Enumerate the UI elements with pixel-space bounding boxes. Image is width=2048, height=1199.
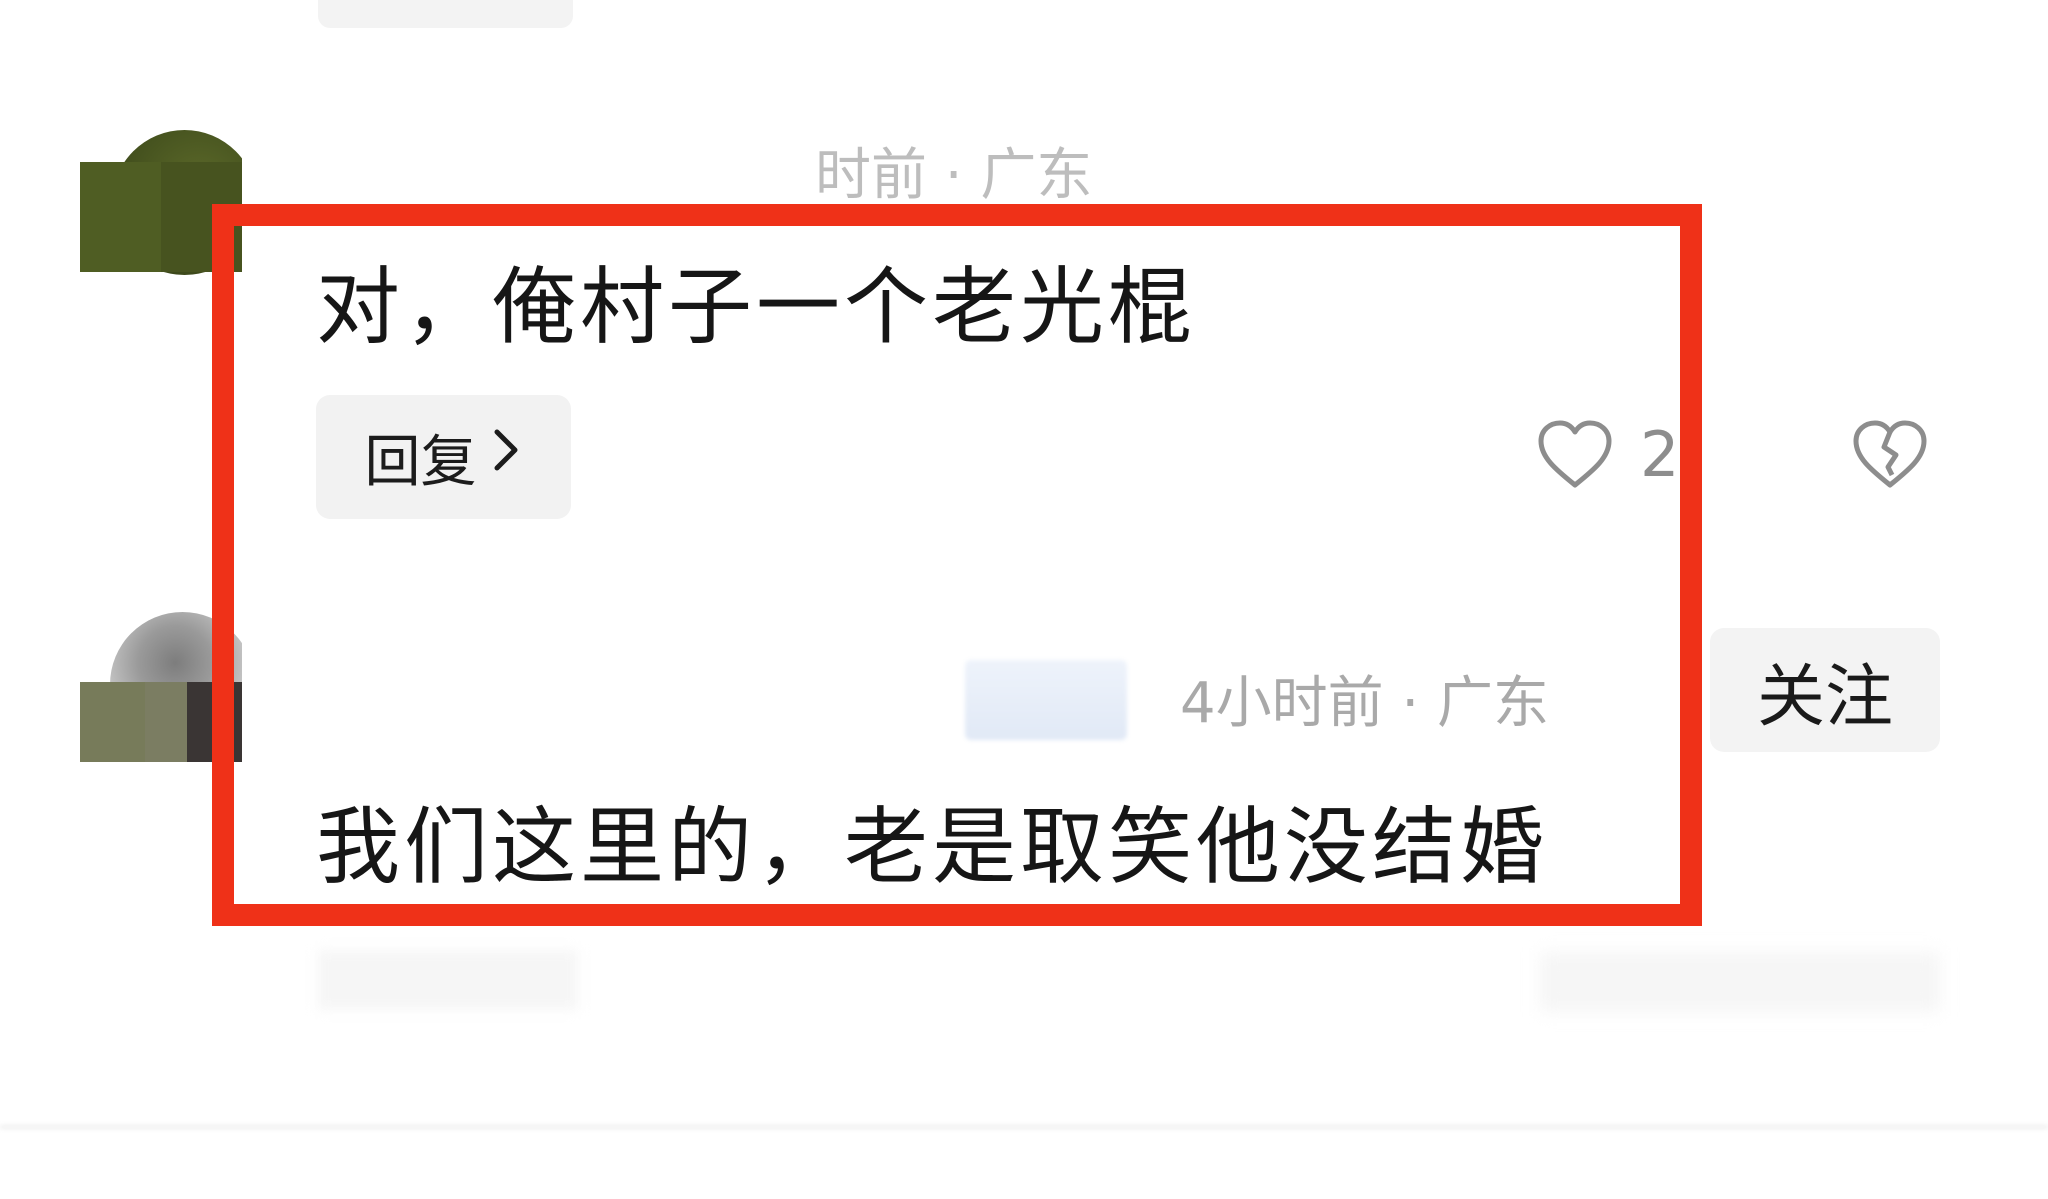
avatar[interactable] [80, 130, 242, 278]
avatar-mosaic [80, 162, 242, 272]
reaction-row-next [1540, 952, 1940, 1012]
avatar-mosaic [80, 682, 242, 762]
heart-icon[interactable] [1535, 415, 1615, 495]
divider [0, 1125, 2048, 1129]
reply-pill-next[interactable] [318, 950, 578, 1010]
badge-blurred [965, 660, 1127, 740]
reply-pill-previous[interactable] [318, 0, 573, 28]
reply-button[interactable]: 回复 [316, 395, 571, 519]
comment-text: 我们这里的，老是取笑他没结婚 [316, 798, 1549, 896]
comment-text: 对，俺村子一个老光棍 [316, 258, 1197, 356]
chevron-right-icon [489, 424, 523, 490]
comment-meta: 时前 · 广东 [815, 143, 1093, 208]
follow-button[interactable]: 关注 [1710, 628, 1940, 752]
avatar[interactable] [80, 612, 242, 762]
reply-label: 回复 [364, 429, 477, 495]
comment-meta: 4小时前 · 广东 [1180, 671, 1550, 736]
broken-heart-icon[interactable] [1850, 415, 1930, 495]
like-count: 2 [1640, 418, 1680, 491]
comment-list: 时前 · 广东 对，俺村子一个老光棍 回复 2 4小时前 · 广东 关注 我们这… [0, 0, 2048, 1199]
